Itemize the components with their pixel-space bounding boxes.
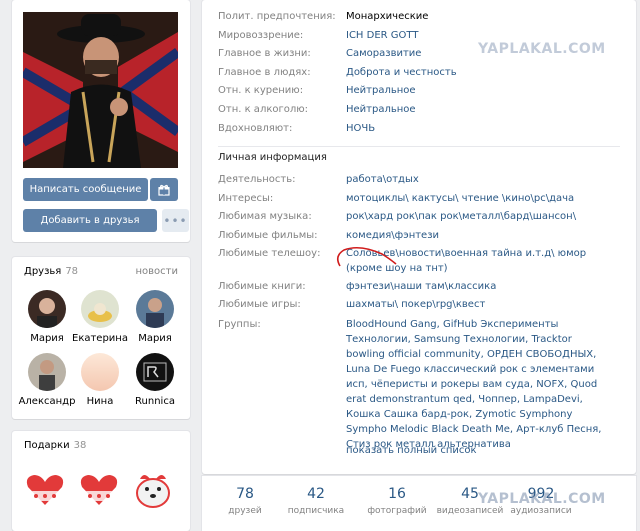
avatar-photo: [23, 12, 178, 168]
personal-info-title[interactable]: Личная информация: [218, 152, 327, 163]
friend-item[interactable]: Екатерина: [70, 290, 130, 344]
show-full-list-row: показать полный список: [346, 443, 477, 458]
info-label: Любимые телешоу:: [218, 248, 321, 259]
info-row: Главное в жизни: Саморазвитие: [218, 46, 421, 61]
info-value[interactable]: мотоциклы\ кактусы\ чтение \кино\рс\дача: [346, 191, 574, 206]
info-label: Любимые книги:: [218, 281, 306, 292]
info-label: Любимая музыка:: [218, 211, 312, 222]
profile-info-card: Полит. предпочтения: Монархические Мировоз…: [202, 0, 636, 474]
friends-title: Друзья: [24, 266, 62, 277]
friend-avatar: [28, 290, 66, 328]
info-label: Вдохновляют:: [218, 122, 293, 134]
info-row: Деятельность: работа\отдых: [218, 172, 419, 187]
info-label: Отн. к алкоголю:: [218, 104, 309, 115]
friend-name: Екатерина: [72, 333, 128, 344]
gift-icon: [158, 184, 170, 196]
friend-avatar: [81, 290, 119, 328]
info-row-games: Любимые игры: шахматы\ покер\rpg\квест: [218, 297, 485, 312]
divider: [218, 146, 620, 147]
friend-name: Runnica: [135, 396, 175, 407]
gifts-count: 38: [73, 440, 87, 451]
gifts-title: Подарки: [24, 440, 70, 451]
info-row: Любимые фильмы: комедия\фэнтези: [218, 228, 439, 243]
friend-avatar: [136, 353, 174, 391]
info-row-groups: Группы: BloodHound Gang, GifHub Эксперим…: [218, 317, 608, 452]
gift-hearts-icon: [80, 475, 118, 505]
counter-item[interactable]: 42 подписчика: [273, 486, 359, 516]
info-value[interactable]: Нейтральное: [346, 83, 416, 98]
red-underline-mark: [336, 246, 397, 267]
friends-news-link[interactable]: новости: [136, 266, 179, 277]
profile-card: Написать сообщение Добавить в друзья •••: [12, 0, 190, 242]
info-label: Главное в людях:: [218, 66, 311, 78]
add-friend-button[interactable]: Добавить в друзья: [23, 209, 157, 232]
gift-item[interactable]: [22, 465, 68, 511]
info-label: Любимые игры:: [218, 299, 301, 310]
info-row: Отн. к алкоголю: Нейтральное: [218, 102, 416, 117]
info-value[interactable]: Доброта и честность: [346, 65, 457, 80]
friend-name: Александр: [18, 396, 76, 407]
friend-avatar: [28, 353, 66, 391]
info-row: Полит. предпочтения: Монархические: [218, 9, 428, 24]
friend-name: Нина: [86, 396, 114, 407]
friends-count: 78: [65, 266, 79, 277]
counter-caption: аудиозаписи: [510, 506, 572, 516]
friends-header[interactable]: Друзья 78: [24, 266, 78, 277]
info-value[interactable]: работа\отдых: [346, 172, 419, 187]
gift-item[interactable]: [76, 465, 122, 511]
info-row-books: Любимые книги: фэнтези\наши там\классика: [218, 279, 496, 294]
info-value[interactable]: НОЧЬ: [346, 121, 375, 136]
info-value-books[interactable]: фэнтези\наши там\классика: [346, 279, 496, 294]
friends-card: Друзья 78 новости Мария Екатерина Мария А…: [12, 257, 190, 419]
info-label: Любимые фильмы:: [218, 229, 318, 241]
info-label: Главное в жизни:: [218, 48, 311, 60]
friend-name: Мария: [30, 333, 64, 344]
gift-dog-icon: [136, 475, 170, 508]
friend-avatar: [81, 353, 119, 391]
friend-avatar: [136, 290, 174, 328]
info-value[interactable]: Саморазвитие: [346, 46, 421, 61]
info-label: Полит. предпочтения:: [218, 11, 336, 22]
info-value-games[interactable]: шахматы\ покер\rpg\квест: [346, 297, 485, 312]
info-row: Мировоззрение: ICH DER GOTT: [218, 28, 418, 43]
gift-hearts-icon: [26, 475, 64, 505]
counter-caption: подписчика: [287, 506, 345, 516]
show-full-list-link[interactable]: показать полный список: [346, 443, 477, 458]
info-value: Монархические: [346, 11, 429, 22]
more-dots-icon: •••: [163, 213, 188, 228]
info-label: Интересы:: [218, 192, 274, 204]
friend-item[interactable]: Мария: [125, 290, 185, 344]
send-message-button[interactable]: Написать сообщение: [23, 178, 148, 201]
watermark-top: YAPLAKAL.COM: [478, 41, 606, 57]
info-row: Главное в людях: Доброта и честность: [218, 65, 457, 80]
info-value[interactable]: ICH DER GOTT: [346, 28, 418, 43]
info-value[interactable]: комедия\фэнтези: [346, 228, 439, 243]
info-label: Мировоззрение:: [218, 29, 304, 41]
more-actions-button[interactable]: •••: [162, 209, 189, 232]
gift-item[interactable]: [130, 465, 176, 511]
info-row: Любимая музыка: рок\хард рок\пак рок\мета…: [218, 209, 576, 224]
info-value[interactable]: Нейтральное: [346, 102, 416, 117]
info-row: Вдохновляют: НОЧЬ: [218, 121, 375, 136]
friend-item[interactable]: Runnica: [125, 353, 185, 407]
friend-name: Мария: [138, 333, 172, 344]
info-label: Группы:: [218, 319, 261, 330]
info-value[interactable]: рок\хард рок\пак рок\металл\бард\шансон\: [346, 209, 576, 224]
info-label: Отн. к курению:: [218, 85, 304, 97]
watermark: YAPLAKAL.COM: [478, 491, 606, 507]
gifts-header[interactable]: Подарки 38: [24, 440, 86, 451]
friend-item[interactable]: Александр: [17, 353, 77, 407]
send-gift-button[interactable]: [150, 178, 178, 201]
info-row: Отн. к курению: Нейтральное: [218, 83, 416, 98]
profile-avatar[interactable]: [23, 12, 178, 168]
info-row-tv: Любимые телешоу: Соловьев\новости\военна…: [218, 246, 608, 276]
friend-item[interactable]: Мария: [17, 290, 77, 344]
info-label: Деятельность:: [218, 174, 296, 185]
friend-item[interactable]: Нина: [70, 353, 130, 407]
counter-number: 42: [307, 486, 325, 502]
info-row: Интересы: мотоциклы\ кактусы\ чтение \кин…: [218, 191, 574, 206]
gifts-card: Подарки 38: [12, 431, 190, 531]
info-value-groups[interactable]: BloodHound Gang, GifHub Эксперименты Тех…: [346, 317, 608, 452]
